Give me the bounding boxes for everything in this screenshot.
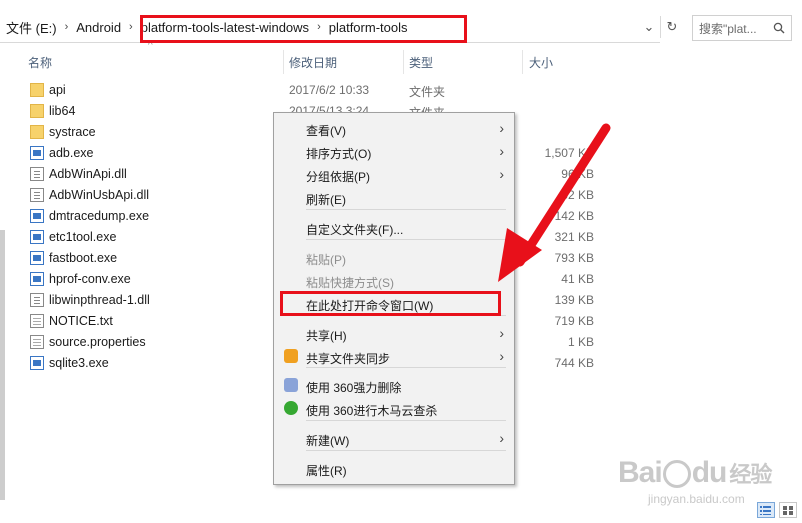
paw-icon	[662, 460, 691, 489]
large-icons-view-button[interactable]	[779, 502, 797, 518]
large-icons-view-icon	[783, 506, 793, 515]
details-view-icon	[760, 506, 771, 515]
red-arrow-annotation	[498, 123, 611, 282]
watermark-url: jingyan.baidu.com	[648, 492, 745, 506]
watermark-logo: Bai du 经验	[618, 456, 772, 489]
details-view-button[interactable]	[757, 502, 775, 518]
